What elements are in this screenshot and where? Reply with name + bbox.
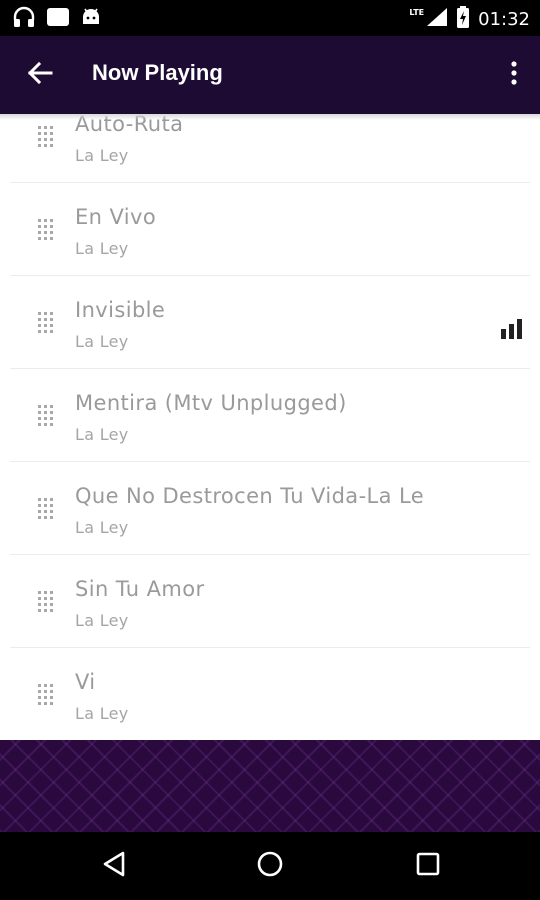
equalizer-icon [501, 319, 522, 339]
song-artist: La Ley [75, 425, 129, 444]
nav-back-button[interactable] [96, 850, 132, 882]
song-row[interactable]: Mentira (Mtv Unplugged) La Ley [10, 369, 530, 462]
signal-icon [426, 7, 448, 31]
song-title: Mentira (Mtv Unplugged) [75, 391, 347, 415]
song-row[interactable]: Auto-Ruta La Ley [10, 114, 530, 183]
song-row[interactable]: Que No Destrocen Tu Vida-La Le La Ley [10, 462, 530, 555]
drag-handle-icon[interactable] [38, 591, 54, 612]
drag-handle-icon[interactable] [38, 405, 54, 426]
song-artist: La Ley [75, 611, 129, 630]
back-button[interactable] [22, 57, 58, 93]
drag-handle-icon[interactable] [38, 126, 54, 147]
player-background [0, 740, 540, 832]
android-icon [80, 7, 102, 31]
queue-list[interactable]: Auto-Ruta La Ley En Vivo La Ley Invisibl… [0, 114, 540, 740]
drag-handle-icon[interactable] [38, 312, 54, 333]
circle-home-icon [256, 850, 284, 882]
triangle-back-icon [101, 850, 127, 882]
song-artist: La Ley [75, 704, 129, 723]
song-list: Auto-Ruta La Ley En Vivo La Ley Invisibl… [0, 114, 540, 740]
battery-charging-icon [456, 6, 470, 32]
clock: 01:32 [478, 8, 530, 30]
overflow-menu-button[interactable] [502, 57, 526, 93]
network-type-label: LTE [409, 7, 425, 17]
image-notification-icon [46, 7, 70, 31]
song-title: Vi [75, 670, 96, 694]
arrow-back-icon [27, 61, 53, 89]
song-row[interactable]: En Vivo La Ley [10, 183, 530, 276]
song-artist: La Ley [75, 518, 129, 537]
app-bar: Now Playing [0, 36, 540, 114]
song-artist: La Ley [75, 146, 129, 165]
nav-recents-button[interactable] [410, 850, 446, 882]
drag-handle-icon[interactable] [38, 498, 54, 519]
more-vert-icon [511, 61, 517, 89]
song-artist: La Ley [75, 332, 129, 351]
page-title: Now Playing [92, 60, 223, 85]
song-row-now-playing[interactable]: Invisible La Ley [10, 276, 530, 369]
song-title: Que No Destrocen Tu Vida-La Le [75, 484, 425, 508]
drag-handle-icon[interactable] [38, 684, 54, 705]
headphones-icon [12, 6, 36, 32]
song-row[interactable]: Vi La Ley [10, 648, 530, 740]
song-artist: La Ley [75, 239, 129, 258]
song-title: Sin Tu Amor [75, 577, 205, 601]
status-bar: LTE 01:32 [0, 0, 540, 36]
song-title: En Vivo [75, 205, 157, 229]
song-row[interactable]: Sin Tu Amor La Ley [10, 555, 530, 648]
nav-home-button[interactable] [252, 850, 288, 882]
drag-handle-icon[interactable] [38, 219, 54, 240]
song-title: Auto-Ruta [75, 114, 184, 136]
song-title: Invisible [75, 298, 166, 322]
square-recents-icon [415, 851, 441, 881]
navigation-bar [0, 832, 540, 900]
